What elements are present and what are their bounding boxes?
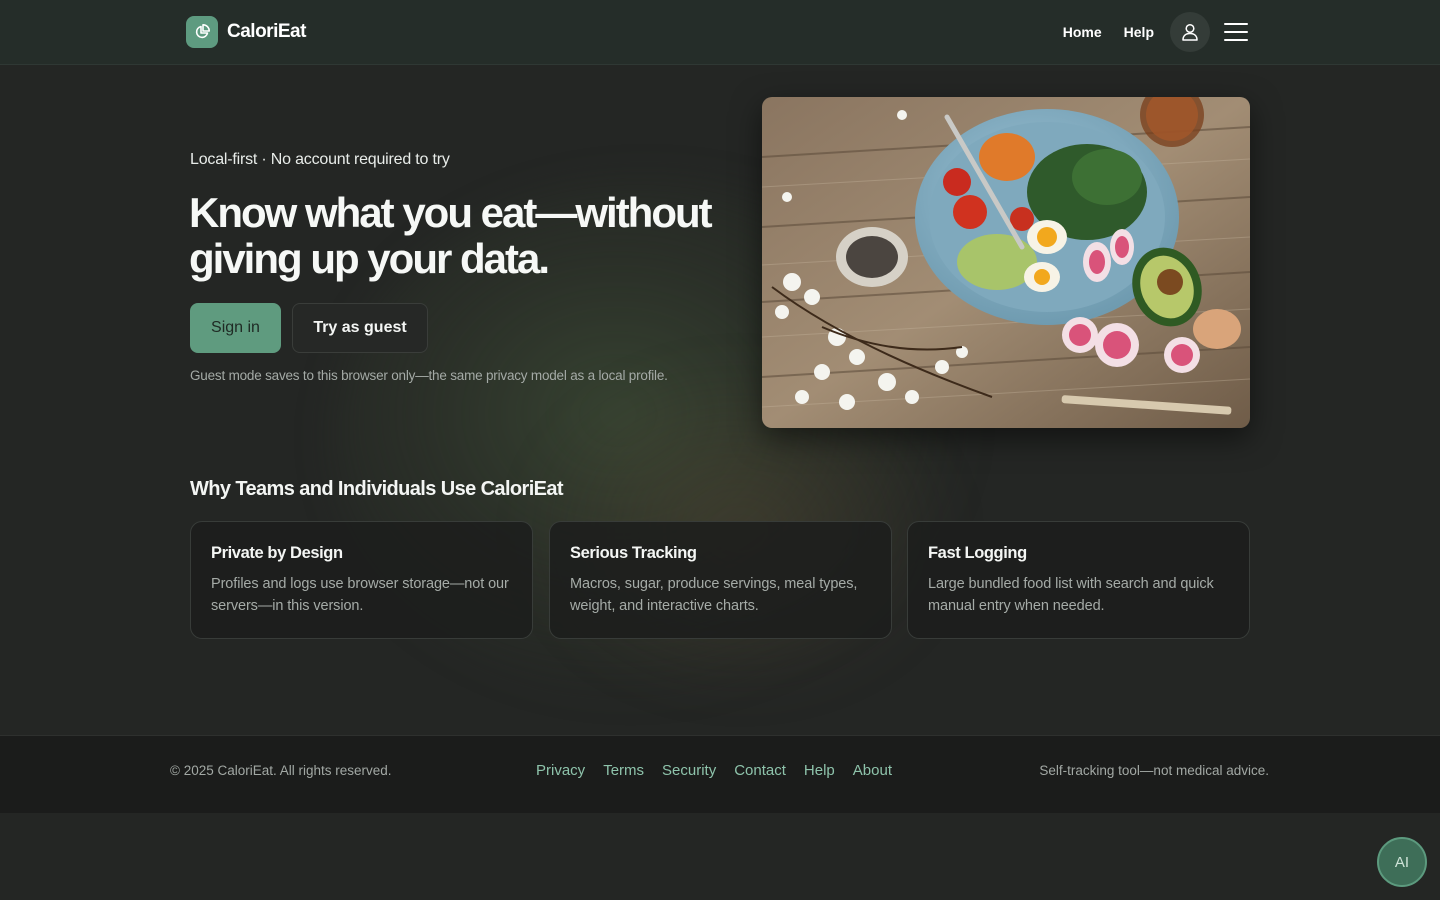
feature-card-desc: Macros, sugar, produce servings, meal ty… <box>570 576 858 614</box>
footer-link-security[interactable]: Security <box>662 762 716 779</box>
nav-help-link[interactable]: Help <box>1113 24 1165 40</box>
hero-salad-image <box>762 97 1250 428</box>
feature-card-logging: Fast Logging Large bundled food list wit… <box>907 521 1250 639</box>
user-icon <box>1182 23 1198 41</box>
sign-in-button[interactable]: Sign in <box>190 303 281 353</box>
nav-links: Home Help <box>1052 12 1250 52</box>
footer-links: Privacy Terms Security Contact Help Abou… <box>536 762 910 779</box>
try-as-guest-button[interactable]: Try as guest <box>292 303 428 353</box>
footer-link-help[interactable]: Help <box>804 762 835 779</box>
feature-card-title: Fast Logging <box>928 544 1027 562</box>
guest-mode-note: Guest mode saves to this browser only—th… <box>190 368 668 383</box>
top-navbar: CaloriEat Home Help <box>0 0 1440 65</box>
ai-assistant-button[interactable]: AI <box>1377 837 1427 887</box>
hero-headline: Know what you eat—without giving up your… <box>189 189 713 282</box>
feature-card-desc: Large bundled food list with search and … <box>928 576 1214 614</box>
copyright-text: © 2025 CaloriEat. All rights reserved. <box>170 763 392 778</box>
hamburger-menu-icon[interactable] <box>1222 21 1250 43</box>
medical-disclaimer: Self-tracking tool—not medical advice. <box>1039 763 1269 778</box>
site-footer: © 2025 CaloriEat. All rights reserved. P… <box>0 735 1440 813</box>
brand[interactable]: CaloriEat <box>186 16 306 48</box>
brand-name: CaloriEat <box>227 21 306 42</box>
footer-link-contact[interactable]: Contact <box>734 762 786 779</box>
pie-chart-icon <box>186 16 218 48</box>
user-account-button[interactable] <box>1170 12 1210 52</box>
feature-card-private: Private by Design Profiles and logs use … <box>190 521 533 639</box>
feature-card-title: Serious Tracking <box>570 544 697 562</box>
feature-card-tracking: Serious Tracking Macros, sugar, produce … <box>549 521 892 639</box>
hero-eyebrow: Local-first · No account required to try <box>190 151 450 168</box>
feature-card-desc: Profiles and logs use browser storage—no… <box>211 576 509 614</box>
why-section-title: Why Teams and Individuals Use CaloriEat <box>190 478 564 500</box>
feature-card-title: Private by Design <box>211 544 343 562</box>
footer-link-about[interactable]: About <box>853 762 892 779</box>
nav-home-link[interactable]: Home <box>1052 24 1113 40</box>
footer-link-terms[interactable]: Terms <box>603 762 644 779</box>
footer-link-privacy[interactable]: Privacy <box>536 762 585 779</box>
